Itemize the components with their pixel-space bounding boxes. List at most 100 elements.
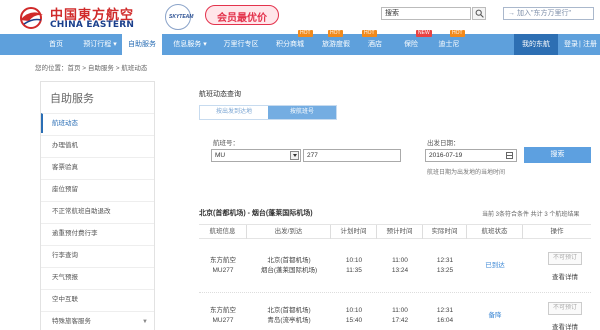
view-details-link[interactable]: 查看详情 [548, 271, 582, 281]
member-promo-banner[interactable]: 会员最优价 [205, 5, 279, 25]
nav-insurance[interactable]: 保险 NEW [396, 30, 432, 55]
sidebar-item-label: 座位预留 [52, 186, 78, 193]
breadcrumb[interactable]: 您的位置：首页 > 自助服务 > 航班动态 [35, 62, 147, 72]
sidebar-item-special-passenger[interactable]: 特殊旅客服务 ▼ [41, 311, 154, 330]
planned-departure: 10:10 [345, 257, 363, 264]
hot-badge: HOT [298, 30, 313, 37]
query-mode-tabs: 按出发到达地 按航班号 [199, 105, 337, 120]
route-title: 北京(首都机场) - 烟台(蓬莱国际机场) [199, 210, 313, 217]
main-navigation: 首页 预订行程 ▾ 自助服务 信息服务 ▾ 万里行专区 积分商城 HOT 旅游度… [0, 30, 600, 55]
departure-date-value: 2016-07-19 [429, 152, 463, 159]
flight-number: MU277 [212, 267, 234, 274]
china-eastern-logo-icon[interactable] [16, 6, 46, 30]
departure-airport: 北京(首都机场) [267, 307, 311, 314]
departure-date-label: 出发日期： [427, 140, 460, 147]
sidebar-item-label: 空中互联 [52, 296, 78, 303]
promo-text: 会员最优价 [217, 13, 267, 24]
sidebar-item-label: 行李查询 [52, 252, 78, 259]
nav-label: 万里行专区 [223, 41, 259, 48]
nav-label: 预订行程 ▾ [83, 41, 117, 48]
column-header: 计划时间 [331, 225, 377, 239]
status-badge: 备降 [488, 312, 502, 319]
estimated-arrival: 13:24 [391, 267, 409, 274]
departure-date-input[interactable]: 2016-07-19 [425, 149, 517, 162]
planned-arrival: 15:40 [345, 317, 363, 324]
nav-label: 迪士尼 [438, 41, 460, 48]
nav-travel-vacation[interactable]: 旅游度假 HOT [316, 30, 356, 55]
login-link[interactable]: 登录 [564, 34, 578, 55]
add-favorite-label: 加入"东方万里行" [516, 10, 571, 17]
results-summary: 当前 3条符合条件 共计 3 个航班结果 [482, 212, 580, 218]
nav-eastern-miles[interactable]: 万里行专区 [216, 34, 266, 55]
airline-code-value: MU [215, 152, 226, 159]
sidebar-item-ticket-verify[interactable]: 客票验真 [41, 157, 154, 177]
not-bookable-button: 不可预订 [548, 252, 582, 265]
estimated-arrival: 17:42 [391, 317, 409, 324]
flight-number-input[interactable]: 277 [303, 149, 401, 162]
sidebar-item-excess-baggage[interactable]: 逾重预付费行李 [41, 223, 154, 243]
date-hint: 航班日期为出发地的当地时间 [427, 170, 506, 176]
sidebar-item-seat-reserve[interactable]: 座位预留 [41, 179, 154, 199]
site-header: 中国東方航空 CHINA EASTERN SKYTEAM 会员最优价 搜索 → … [0, 0, 600, 34]
column-header: 实际时间 [423, 225, 467, 239]
flight-number: MU277 [212, 317, 234, 324]
chevron-down-icon: ▼ [142, 319, 148, 325]
results-table-header: 航班信息 出发/到达 计划时间 预计时间 实际时间 航班状态 操作 [199, 224, 591, 239]
status-badge: 已到达 [485, 262, 505, 269]
actual-departure: 12:31 [436, 307, 454, 314]
self-service-sidebar: 自助服务 航班动态 办理值机 客票验真 座位预留 不正常航班自助退改 逾重预付费… [40, 81, 155, 330]
my-account-link[interactable]: 我的东航 [514, 34, 558, 55]
view-details-link[interactable]: 查看详情 [548, 321, 582, 330]
hot-badge: HOT [328, 30, 343, 37]
actual-departure: 12:31 [436, 257, 454, 264]
search-icon [475, 9, 484, 18]
planned-arrival: 11:35 [346, 267, 362, 274]
sidebar-item-flight-status[interactable]: 航班动态 [41, 113, 154, 133]
add-favorite-link[interactable]: → 加入"东方万里行" [503, 7, 594, 20]
actual-arrival: 16:04 [436, 317, 454, 324]
search-button[interactable] [472, 7, 486, 20]
site-search-input[interactable]: 搜索 [381, 7, 471, 20]
column-header: 航班信息 [199, 225, 247, 239]
airline-code-select[interactable]: MU [211, 149, 301, 162]
sidebar-item-label: 特殊旅客服务 [52, 318, 91, 325]
sidebar-item-checkin[interactable]: 办理值机 [41, 135, 154, 155]
nav-self-service[interactable]: 自助服务 [122, 34, 162, 55]
nav-hotel[interactable]: 酒店 HOT [362, 30, 388, 55]
nav-label: 旅游度假 [322, 41, 350, 48]
nav-home[interactable]: 首页 [34, 34, 78, 55]
register-link[interactable]: 注册 [583, 34, 597, 55]
airline-name: 东方航空 [210, 307, 236, 314]
calendar-icon[interactable] [506, 152, 513, 159]
search-flights-button[interactable]: 搜索 [524, 147, 591, 163]
tab-by-flight-number[interactable]: 按航班号 [268, 106, 336, 119]
estimated-departure: 11:00 [392, 307, 408, 314]
chevron-down-icon[interactable] [290, 151, 299, 160]
not-bookable-button: 不可预订 [548, 302, 582, 315]
nav-label: 自助服务 [128, 41, 156, 48]
nav-label: 首页 [49, 41, 63, 48]
tab-by-route[interactable]: 按出发到达地 [200, 106, 268, 119]
arrival-airport: 青岛(流亭机场) [267, 317, 311, 324]
nav-label: 酒店 [368, 41, 382, 48]
nav-disney[interactable]: 迪士尼 HOT [432, 30, 466, 55]
sidebar-item-irregular-refund[interactable]: 不正常航班自助退改 [41, 201, 154, 221]
sidebar-item-baggage-query[interactable]: 行李查询 [41, 245, 154, 265]
sidebar-title: 自助服务 [50, 93, 94, 105]
column-header: 预计时间 [377, 225, 423, 239]
nav-points-mall[interactable]: 积分商城 HOT [270, 30, 313, 55]
sidebar-item-label: 客票验真 [52, 164, 78, 171]
arrow-right-icon: → [508, 10, 517, 17]
airline-name: 东方航空 [210, 257, 236, 264]
sidebar-item-label: 逾重预付费行李 [52, 230, 98, 237]
nav-label: 信息服务 ▾ [173, 41, 207, 48]
sidebar-item-weather[interactable]: 天气预报 [41, 267, 154, 287]
column-header: 操作 [550, 228, 564, 235]
nav-booking[interactable]: 预订行程 ▾ [78, 34, 122, 55]
new-badge: NEW [416, 30, 432, 37]
estimated-departure: 11:00 [392, 257, 408, 264]
hot-badge: HOT [362, 30, 377, 37]
sidebar-item-inflight-wifi[interactable]: 空中互联 [41, 289, 154, 309]
nav-info-service[interactable]: 信息服务 ▾ [166, 34, 214, 55]
logo-english-text[interactable]: CHINA EASTERN [50, 20, 134, 30]
